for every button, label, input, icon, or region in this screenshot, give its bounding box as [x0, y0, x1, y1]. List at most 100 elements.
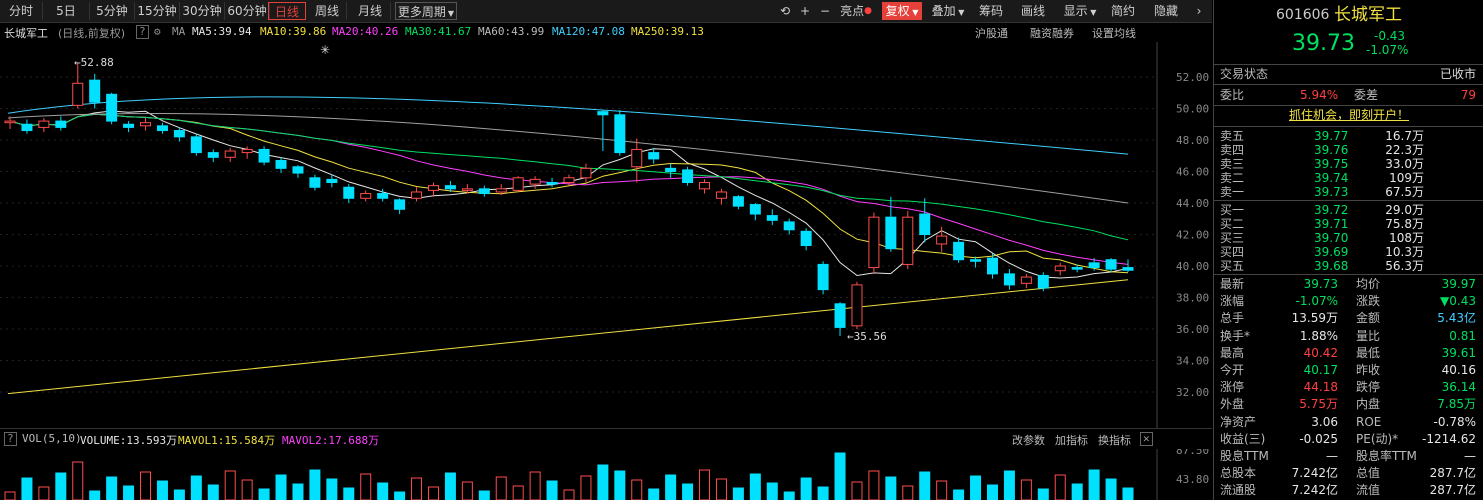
help-icon[interactable]: ?	[136, 25, 149, 39]
open-account-link[interactable]: 抓住机会，即刻开户！	[1289, 108, 1409, 123]
volume-bar	[343, 487, 355, 500]
tab-60min[interactable]: 60分钟	[225, 2, 270, 20]
bid-row[interactable]: 买四 39.69 10.3万	[1214, 245, 1483, 260]
collapse-icon[interactable]: ›	[1188, 2, 1210, 20]
stat-value: 40.16	[1441, 363, 1476, 377]
low-price-label: ←35.56	[847, 330, 887, 343]
overlay-button[interactable]: 叠加 ▼	[928, 2, 968, 20]
stat-row: 最高 40.42 最低 39.61	[1214, 346, 1483, 361]
help-icon[interactable]: ?	[4, 432, 17, 446]
draw-button[interactable]: 画线	[1016, 2, 1050, 20]
stat-value: -0.025	[1299, 431, 1338, 446]
tab-30min[interactable]: 30分钟	[180, 2, 225, 20]
chart-grid	[0, 42, 1158, 428]
stat-value: ▼0.43	[1440, 294, 1476, 309]
volume-bar	[427, 486, 439, 500]
tab-15min[interactable]: 15分钟	[135, 2, 180, 20]
tab-5min[interactable]: 5分钟	[90, 2, 135, 20]
tab-monthly[interactable]: 月线	[350, 2, 391, 20]
candle-body	[495, 188, 507, 193]
highlight-button[interactable]: 亮点●	[836, 2, 876, 20]
tab-5day[interactable]: 5日	[43, 2, 90, 20]
candle-body	[783, 221, 795, 231]
ask-row[interactable]: 卖二 39.74 109万	[1214, 171, 1483, 186]
ask-row[interactable]: 卖五 39.77 16.7万	[1214, 129, 1483, 144]
stat-label: 总手	[1220, 311, 1245, 326]
volume-bar	[512, 485, 524, 500]
volume-bar	[123, 485, 135, 500]
candlestick-chart[interactable]: 52.00 50.00 48.00 46.00 44.00 42.00 40.00 38.00…	[0, 42, 1212, 428]
simple-button[interactable]: 简约	[1106, 2, 1140, 20]
bid-label: 买四	[1220, 245, 1245, 259]
link-ma-settings[interactable]: 设置均线	[1092, 25, 1136, 41]
tab-more-periods[interactable]: 更多周期 ▼	[395, 2, 457, 20]
zoom-out-icon[interactable]: −	[816, 2, 834, 20]
stat-label: 今开	[1220, 363, 1245, 377]
status-label: 交易状态	[1220, 67, 1269, 81]
zoom-in-icon[interactable]: +	[796, 2, 814, 20]
volume-bar	[1020, 479, 1032, 500]
stat-value: 0.81	[1449, 328, 1476, 343]
stat-row: 今开 40.17 昨收 40.16	[1214, 363, 1483, 378]
volume-bar	[597, 464, 609, 500]
candle-body	[326, 178, 338, 184]
bid-row[interactable]: 买二 39.71 75.8万	[1214, 217, 1483, 232]
candle-body	[885, 216, 897, 250]
stat-value: 5.75万	[1299, 397, 1338, 412]
ask-price: 39.75	[1314, 157, 1349, 171]
hide-button[interactable]: 隐藏	[1146, 2, 1186, 20]
refresh-icon[interactable]: ⟲	[776, 2, 794, 20]
ask-volume: 16.7万	[1385, 129, 1424, 143]
switch-indicator-link[interactable]: 换指标	[1098, 432, 1131, 448]
edit-params-link[interactable]: 改参数	[1012, 432, 1045, 448]
add-indicator-link[interactable]: 加指标	[1055, 432, 1088, 448]
ask-row[interactable]: 卖三 39.75 33.0万	[1214, 157, 1483, 172]
volume-tick-high: 87.50	[1176, 449, 1209, 457]
chevron-down-icon: ▼	[447, 9, 455, 18]
bid-row[interactable]: 买五 39.68 56.3万	[1214, 259, 1483, 274]
bid-row[interactable]: 买三 39.70 108万	[1214, 231, 1483, 246]
chips-button[interactable]: 筹码	[974, 2, 1008, 20]
price-tick: 50.00	[1176, 103, 1209, 116]
link-hk-connect[interactable]: 沪股通	[975, 25, 1008, 41]
bid-row[interactable]: 买一 39.72 29.0万	[1214, 203, 1483, 218]
volume-bar	[834, 452, 846, 500]
event-marker-icon[interactable]: ✳	[320, 43, 330, 57]
tab-daily[interactable]: 日线	[268, 2, 306, 20]
tab-weekly[interactable]: 周线	[308, 2, 347, 20]
candle-body	[377, 193, 389, 199]
volume-bar	[360, 473, 372, 500]
price-tick: 52.00	[1176, 71, 1209, 84]
adjust-button[interactable]: 复权 ▼	[882, 2, 922, 20]
gear-icon[interactable]: ⚙	[154, 25, 161, 38]
price-axis: 52.00 50.00 48.00 46.00 44.00 42.00 40.00 38.00…	[1176, 71, 1209, 399]
ask-row[interactable]: 卖四 39.76 22.3万	[1214, 143, 1483, 158]
mavol1-value: MAVOL1:15.584万	[178, 434, 276, 447]
close-icon[interactable]: ✕	[1140, 432, 1153, 446]
volume-bar	[190, 475, 202, 500]
stat-value: -1.07%	[1295, 294, 1338, 309]
bid-volume: 56.3万	[1385, 259, 1424, 273]
volume-bar	[1088, 469, 1100, 500]
ask-label: 卖五	[1220, 129, 1245, 143]
stat-label: ROE	[1356, 414, 1382, 429]
tab-intraday[interactable]: 分时	[0, 2, 43, 20]
volume-chart[interactable]: 87.50 43.80	[0, 449, 1212, 500]
stat-value: -0.78%	[1433, 414, 1476, 429]
stat-row: 净资产 3.06 ROE -0.78%	[1214, 415, 1483, 430]
bid-label: 买二	[1220, 217, 1245, 231]
candle-body	[953, 241, 965, 261]
volume-bar	[207, 484, 219, 500]
ma250-value: MA250:39.13	[631, 25, 704, 38]
quote-header: 601606 长城军工	[1214, 5, 1483, 25]
link-margin[interactable]: 融资融券	[1030, 25, 1074, 41]
bid-volume: 29.0万	[1385, 203, 1424, 217]
volume-bar	[309, 469, 321, 500]
candle-body	[444, 185, 456, 190]
volume-bar	[173, 489, 185, 500]
display-button[interactable]: 显示 ▼	[1058, 2, 1102, 20]
volume-bar	[817, 486, 829, 500]
candle-body	[614, 114, 626, 154]
ask-row[interactable]: 卖一 39.73 67.5万	[1214, 185, 1483, 200]
volume-bar	[4, 491, 16, 500]
